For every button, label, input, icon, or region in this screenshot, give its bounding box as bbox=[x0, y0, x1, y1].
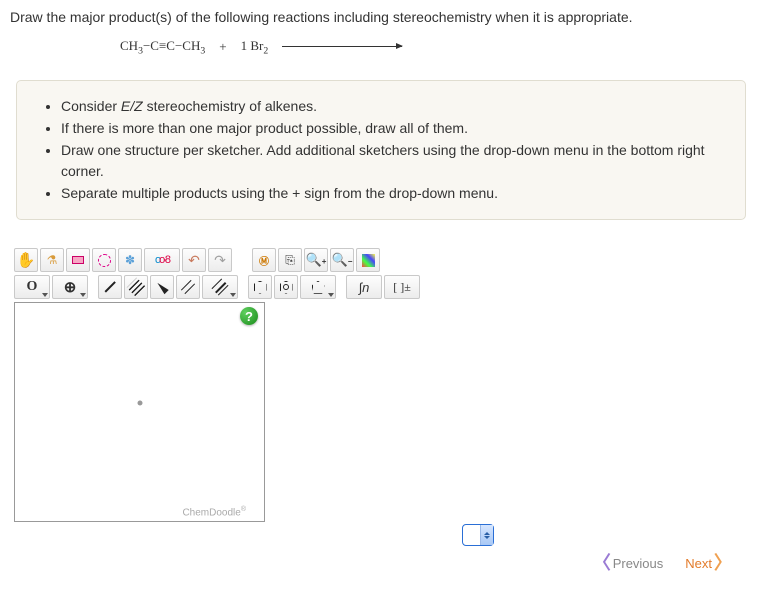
question-text: Draw the major product(s) of the followi… bbox=[10, 8, 752, 28]
zoom-in-button[interactable]: 🔍+ bbox=[304, 248, 328, 272]
curved-arrow-icon: ∫n bbox=[359, 280, 370, 295]
hashed-bond-icon bbox=[127, 278, 145, 296]
sketcher-bottom-controls bbox=[14, 524, 494, 546]
eraser-button[interactable] bbox=[66, 248, 90, 272]
flask-button[interactable]: ⚗ bbox=[40, 248, 64, 272]
dropdown-icon bbox=[80, 293, 86, 297]
double-bond-button[interactable] bbox=[176, 275, 200, 299]
benzene-button[interactable] bbox=[274, 275, 298, 299]
copy-button[interactable]: ⎘ bbox=[278, 248, 302, 272]
hint-item: Separate multiple products using the + s… bbox=[61, 183, 727, 204]
hand-tool-button[interactable]: ✋ bbox=[14, 248, 38, 272]
next-label: Next bbox=[685, 556, 712, 571]
reactant-formula: CH3−C≡C−CH3 bbox=[120, 38, 205, 57]
previous-button[interactable]: 〈 Previous bbox=[593, 554, 664, 572]
atom-pair-icon: oo·8 bbox=[155, 254, 169, 266]
ring-picker-button[interactable] bbox=[300, 275, 336, 299]
color-button[interactable] bbox=[356, 248, 380, 272]
reaction-arrow bbox=[282, 46, 402, 47]
reaction-equation: CH3−C≡C−CH3 + 1 Br2 bbox=[120, 38, 752, 57]
marvin-icon: Ⓜ bbox=[259, 253, 269, 268]
atom-label: O bbox=[27, 279, 38, 295]
stepper-arrows[interactable] bbox=[480, 525, 493, 545]
undo-icon: ↶ bbox=[188, 252, 200, 269]
curved-arrow-button[interactable]: ∫n bbox=[346, 275, 382, 299]
hand-icon: ✋ bbox=[17, 251, 36, 269]
hexagon-icon bbox=[254, 281, 267, 294]
benzene-icon bbox=[280, 281, 293, 294]
redo-icon: ↷ bbox=[214, 252, 226, 269]
sketcher-canvas[interactable]: ? ChemDoodle® bbox=[14, 302, 265, 522]
chevron-down-icon bbox=[484, 536, 490, 539]
dropdown-icon bbox=[230, 293, 236, 297]
stepper-display bbox=[463, 525, 480, 545]
single-bond-icon bbox=[105, 282, 116, 293]
nav-row: 〈 Previous Next 〉 bbox=[10, 554, 752, 572]
atom-picker-button[interactable]: O bbox=[14, 275, 50, 299]
single-bond-button[interactable] bbox=[98, 275, 122, 299]
atom-pair-button[interactable]: oo·8 bbox=[144, 248, 180, 272]
dropdown-icon bbox=[328, 293, 334, 297]
marvin-button[interactable]: Ⓜ bbox=[252, 248, 276, 272]
toolbar-row-2: O ⊕ ∫n [ ]± bbox=[14, 275, 752, 299]
chevron-left-icon: 〈 bbox=[593, 554, 611, 572]
plus-sign: + bbox=[219, 39, 226, 55]
redo-button[interactable]: ↷ bbox=[208, 248, 232, 272]
cyclohexane-button[interactable] bbox=[248, 275, 272, 299]
charge-icon: ⊕ bbox=[64, 278, 77, 296]
hint-item: If there is more than one major product … bbox=[61, 118, 727, 139]
chevron-up-icon bbox=[484, 532, 490, 535]
sketcher-count-stepper[interactable] bbox=[462, 524, 494, 546]
copy-icon: ⎘ bbox=[285, 253, 295, 268]
triple-bond-icon bbox=[212, 279, 229, 296]
chevron-right-icon: 〉 bbox=[714, 554, 732, 572]
bracket-charge-button[interactable]: [ ]± bbox=[384, 275, 420, 299]
wedge-bond-icon bbox=[155, 280, 168, 293]
double-bond-icon bbox=[181, 280, 195, 294]
zoom-out-icon: 🔍− bbox=[332, 252, 353, 268]
sketcher-widget: ✋ ⚗ ✽ oo·8 ↶ ↷ Ⓜ ⎘ 🔍+ 🔍− O ⊕ ∫n [ ]± ? C… bbox=[14, 248, 752, 546]
pentagon-icon bbox=[312, 281, 325, 294]
flask-icon: ⚗ bbox=[47, 253, 58, 267]
dropdown-icon bbox=[42, 293, 48, 297]
hint-box: Consider E/Z stereochemistry of alkenes.… bbox=[16, 80, 746, 220]
lasso-icon bbox=[98, 254, 111, 267]
previous-label: Previous bbox=[613, 556, 664, 571]
lasso-button[interactable] bbox=[92, 248, 116, 272]
triple-bond-button[interactable] bbox=[202, 275, 238, 299]
help-button[interactable]: ? bbox=[240, 307, 258, 325]
undo-button[interactable]: ↶ bbox=[182, 248, 206, 272]
reagent-formula: 1 Br2 bbox=[241, 38, 269, 57]
hint-item: Draw one structure per sketcher. Add add… bbox=[61, 140, 727, 182]
clean-button[interactable]: ✽ bbox=[118, 248, 142, 272]
wedge-bond-button[interactable] bbox=[150, 275, 174, 299]
placeholder-atom[interactable] bbox=[137, 401, 142, 406]
zoom-out-button[interactable]: 🔍− bbox=[330, 248, 354, 272]
hint-item: Consider E/Z stereochemistry of alkenes. bbox=[61, 96, 727, 117]
next-button[interactable]: Next 〉 bbox=[685, 554, 732, 572]
bracket-icon: [ ]± bbox=[393, 280, 411, 295]
zoom-in-icon: 🔍+ bbox=[306, 252, 327, 268]
eraser-icon bbox=[72, 256, 84, 264]
snowflake-icon: ✽ bbox=[125, 253, 135, 267]
chemdoodle-brand: ChemDoodle® bbox=[182, 506, 246, 518]
color-icon bbox=[362, 254, 375, 267]
hashed-bond-button[interactable] bbox=[124, 275, 148, 299]
charge-picker-button[interactable]: ⊕ bbox=[52, 275, 88, 299]
toolbar-row-1: ✋ ⚗ ✽ oo·8 ↶ ↷ Ⓜ ⎘ 🔍+ 🔍− bbox=[14, 248, 752, 272]
